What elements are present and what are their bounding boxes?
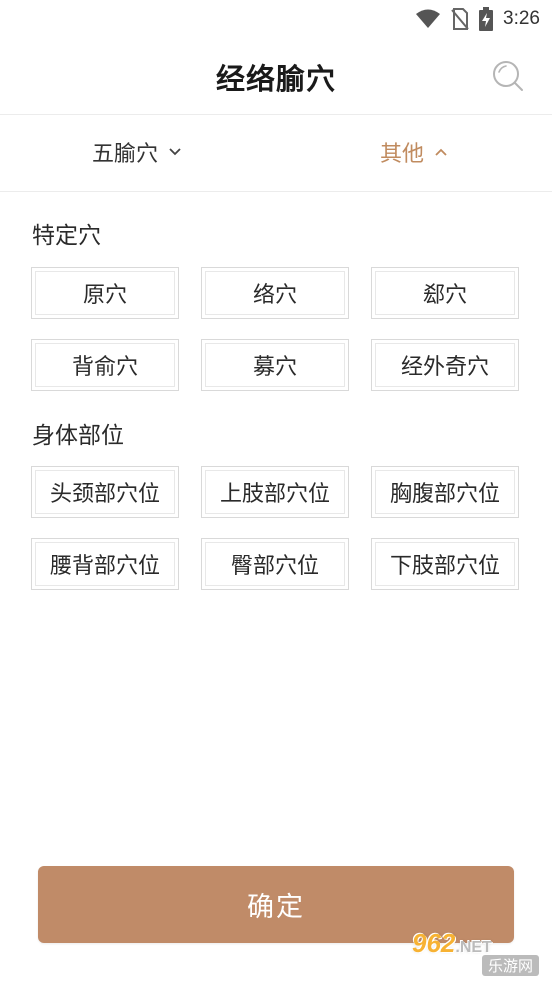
section-title: 身体部位 <box>32 423 124 449</box>
chevron-down-icon <box>169 148 181 156</box>
tag-grid-specific-points: 原穴 络穴 郄穴 背俞穴 募穴 经外奇穴 <box>31 267 521 391</box>
search-icon <box>493 61 523 91</box>
status-icons: 3:26 <box>415 6 540 32</box>
watermark-subtext: 乐游网 <box>482 955 540 976</box>
tag-button[interactable]: 胸腹部穴位 <box>371 466 519 518</box>
tag-button[interactable]: 腰背部穴位 <box>31 538 179 590</box>
search-button[interactable] <box>490 58 526 94</box>
tag-button[interactable]: 经外奇穴 <box>371 339 519 391</box>
filter-bar: 五腧穴 其他 <box>0 115 552 192</box>
chevron-up-icon <box>435 148 447 156</box>
watermark-suffix: .NET <box>455 939 492 956</box>
filter-other-dropdown[interactable]: 其他 <box>380 137 448 167</box>
tag-grid-body-parts: 头颈部穴位 上肢部穴位 胸腹部穴位 腰背部穴位 臀部穴位 下肢部穴位 <box>31 466 521 590</box>
tag-button[interactable]: 郄穴 <box>371 267 519 319</box>
page-title: 经络腧穴 <box>215 62 336 96</box>
no-sim-icon <box>451 8 469 30</box>
section-title: 特定穴 <box>32 223 101 249</box>
status-time: 3:26 <box>503 8 540 29</box>
watermark-text: 962.NET <box>412 928 492 959</box>
header: 经络腧穴 <box>0 38 552 115</box>
tag-button[interactable]: 原穴 <box>31 267 179 319</box>
tag-button[interactable]: 臀部穴位 <box>201 538 349 590</box>
watermark-number: 962 <box>412 928 456 958</box>
status-bar: 3:26 <box>0 0 552 38</box>
tag-button[interactable]: 背俞穴 <box>31 339 179 391</box>
battery-charging-icon <box>479 7 494 31</box>
tag-button[interactable]: 上肢部穴位 <box>201 466 349 518</box>
tag-button[interactable]: 头颈部穴位 <box>31 466 179 518</box>
watermark-logo: 962.NET 乐游网 <box>412 928 548 976</box>
tag-button[interactable]: 募穴 <box>201 339 349 391</box>
tag-button[interactable]: 络穴 <box>201 267 349 319</box>
filter-wushuxue-dropdown[interactable]: 五腧穴 <box>92 137 182 167</box>
filter-label: 五腧穴 <box>92 142 159 167</box>
wifi-icon <box>416 9 441 28</box>
tag-button[interactable]: 下肢部穴位 <box>371 538 519 590</box>
filter-label: 其他 <box>380 142 425 167</box>
